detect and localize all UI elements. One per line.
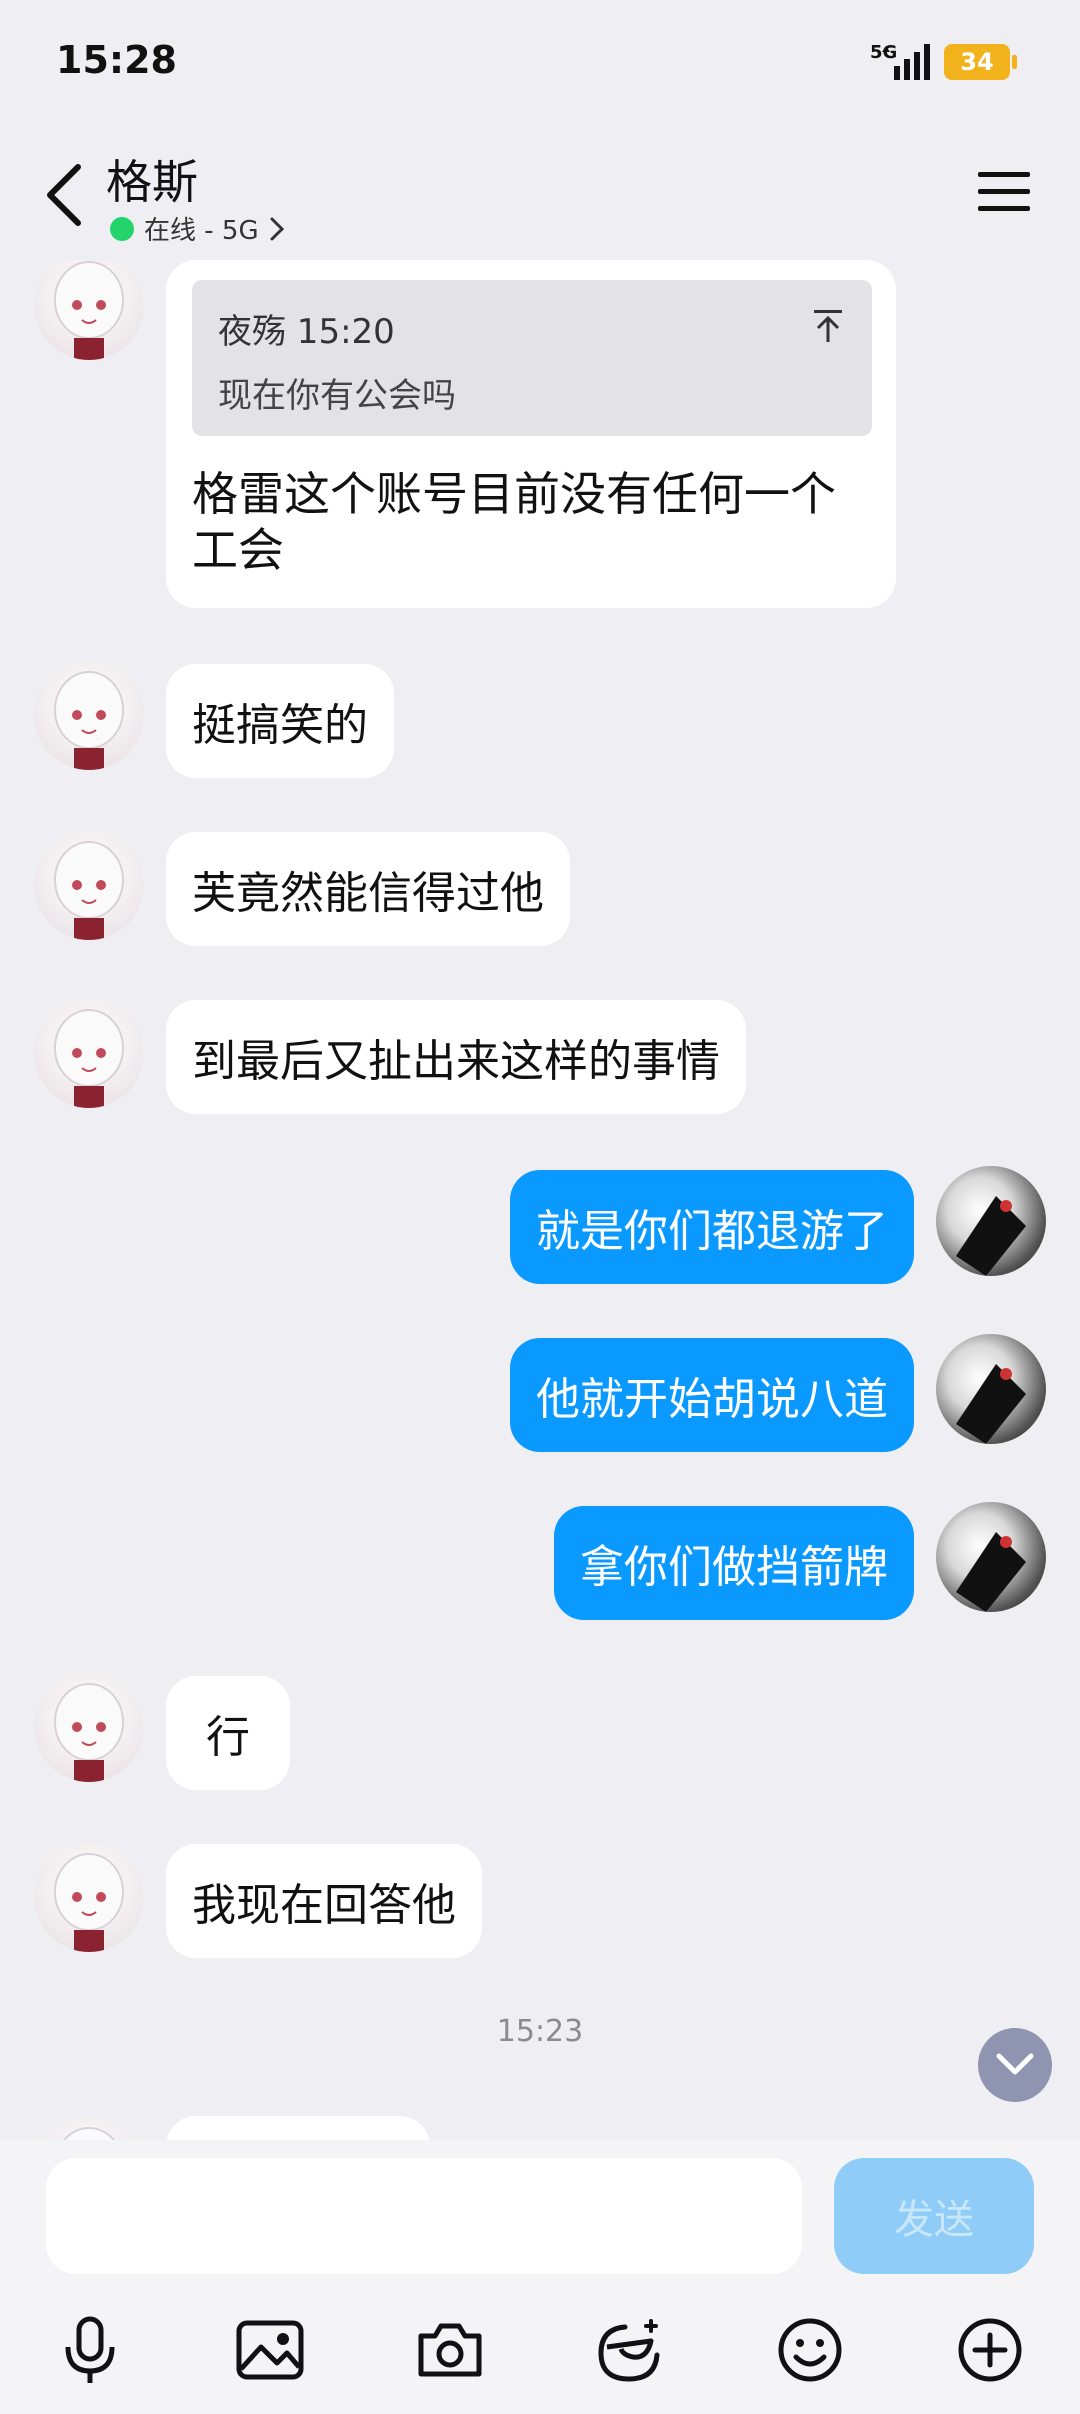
scroll-to-bottom-button[interactable] [978,2028,1052,2102]
battery-level: 34 [960,48,994,76]
sticker-icon [598,2319,660,2382]
voice-button[interactable] [52,2312,128,2388]
chat-header: 格斯 在线 - 5G [0,130,1080,250]
online-status-text: 在线 - 5G [144,216,259,246]
my-avatar[interactable] [936,1502,1046,1612]
message-text: 到最后又扯出来这样的事情 [192,1036,720,1087]
contact-avatar[interactable] [34,1672,144,1782]
menu-button[interactable] [976,168,1032,216]
my-message-bubble[interactable]: 就是你们都退游了 [510,1170,914,1284]
composer: 发送 [0,2140,1080,2414]
avatar-image [956,1532,1026,1612]
emoji-icon [778,2318,842,2382]
message-input[interactable] [46,2158,802,2274]
chevron-right-icon [270,217,284,240]
status-time: 15:28 [56,38,177,82]
back-arrow-icon [47,164,81,226]
image-icon [236,2320,304,2380]
sticker-button[interactable] [592,2312,668,2388]
message-bubble[interactable] [166,2116,430,2140]
message-bubble[interactable]: 行 [166,1676,290,1790]
contact-avatar[interactable] [34,260,144,360]
online-status[interactable]: 在线 - 5G [110,210,285,247]
reply-message-bubble[interactable]: 夜殇 15:20 现在你有公会吗 格雷这个账号目前没有任何一个工会 [166,260,896,608]
message-text: 我现在回答他 [192,1880,456,1931]
jump-to-top-icon[interactable] [808,306,848,346]
avatar-image [54,1009,124,1108]
contact-avatar[interactable] [34,830,144,940]
camera-button[interactable] [412,2312,488,2388]
hamburger-menu-icon [978,172,1030,211]
message-text: 挺搞笑的 [192,700,368,751]
my-avatar[interactable] [936,1334,1046,1444]
message-bubble[interactable]: 挺搞笑的 [166,664,394,778]
contact-avatar[interactable] [34,660,144,770]
my-message-bubble[interactable]: 他就开始胡说八道 [510,1338,914,1452]
message-bubble[interactable]: 我现在回答他 [166,1844,482,1958]
chevron-down-icon [996,2053,1034,2075]
online-dot-icon [110,216,134,241]
more-button[interactable] [952,2312,1028,2388]
avatar-image [54,1853,124,1952]
signal-icon [882,44,930,80]
message-text: 行 [206,1712,250,1763]
message-bubble[interactable]: 到最后又扯出来这样的事情 [166,1000,746,1114]
avatar-image [54,671,124,770]
avatar-image [956,1196,1026,1276]
plus-icon [958,2318,1022,2382]
my-message-bubble[interactable]: 拿你们做挡箭牌 [554,1506,914,1620]
contact-avatar[interactable] [34,998,144,1108]
avatar-image [956,1364,1026,1444]
back-button[interactable] [34,160,94,230]
quoted-author-time: 夜殇 15:20 [218,312,395,352]
message-list[interactable]: 夜殇 15:20 现在你有公会吗 格雷这个账号目前没有任何一个工会 挺搞笑的 芙… [0,260,1080,2140]
contact-avatar[interactable] [34,1842,144,1952]
status-bar: 15:28 5G 34 [0,0,1080,110]
send-button[interactable]: 发送 [834,2158,1034,2274]
battery-indicator: 34 [944,44,1017,80]
message-timestamp: 15:23 [496,2014,584,2049]
quoted-text: 现在你有公会吗 [218,376,456,416]
emoji-button[interactable] [772,2312,848,2388]
message-text: 芙竟然能信得过他 [192,868,544,919]
message-text: 就是你们都退游了 [536,1206,888,1257]
quoted-message[interactable]: 夜殇 15:20 现在你有公会吗 [192,280,872,436]
composer-toolbar [0,2300,1080,2400]
message-text: 他就开始胡说八道 [536,1374,888,1425]
my-avatar[interactable] [936,1166,1046,1276]
camera-icon [418,2323,482,2377]
message-bubble[interactable]: 芙竟然能信得过他 [166,832,570,946]
avatar-image [54,1683,124,1782]
microphone-icon [65,2316,115,2383]
avatar-image [62,2127,116,2140]
avatar-image [54,841,124,940]
contact-name: 格斯 [106,155,198,209]
reply-text: 格雷这个账号目前没有任何一个工会 [192,467,836,577]
avatar-image [54,261,124,360]
contact-avatar[interactable] [34,2116,144,2140]
gallery-button[interactable] [232,2312,308,2388]
message-text: 拿你们做挡箭牌 [580,1542,888,1593]
